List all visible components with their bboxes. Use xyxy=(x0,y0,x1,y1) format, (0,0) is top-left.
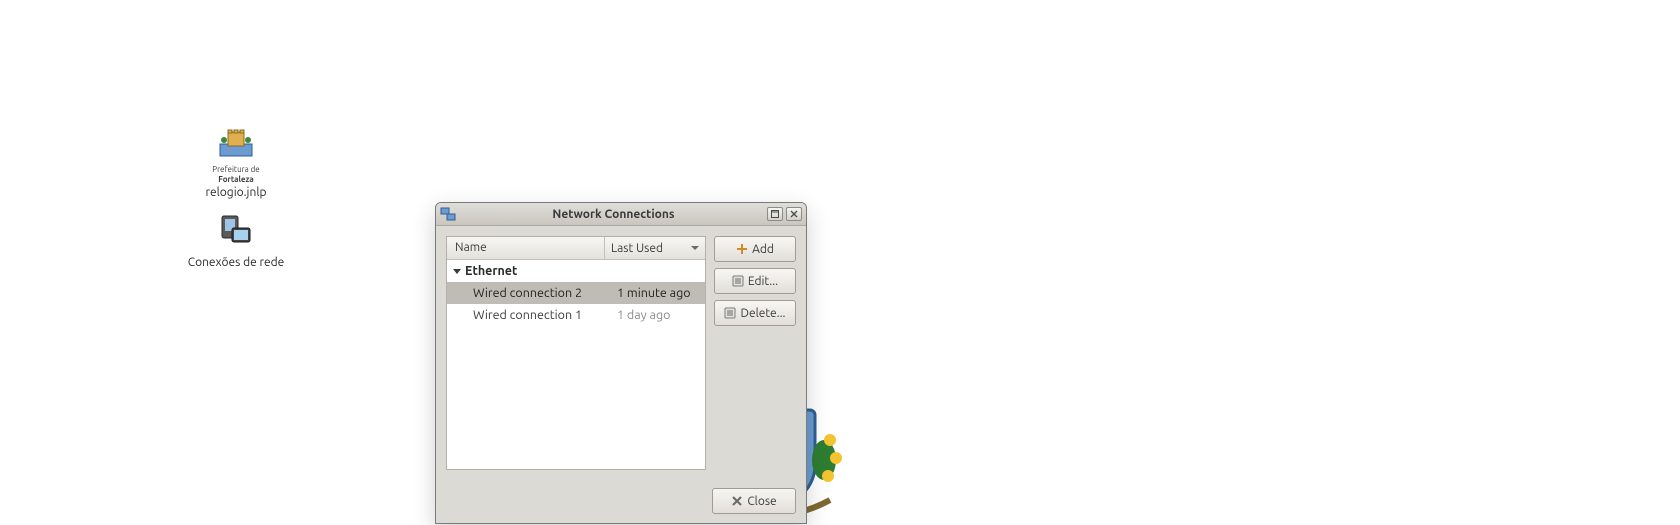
titlebar[interactable]: Network Connections xyxy=(436,203,806,226)
edit-button[interactable]: Edit... xyxy=(714,268,796,294)
icon-subtitle-line1: Prefeitura de xyxy=(176,166,296,174)
properties-icon xyxy=(724,307,736,319)
properties-icon xyxy=(732,275,744,287)
icon-subtitle-line2: Fortaleza xyxy=(176,176,296,184)
delete-button[interactable]: Delete... xyxy=(714,300,796,326)
sort-indicator-icon xyxy=(691,246,699,250)
icon-label: Conexões de rede xyxy=(176,256,296,269)
disclosure-triangle-icon xyxy=(453,269,461,274)
close-dialog-button[interactable]: Close xyxy=(712,488,796,514)
app-icon xyxy=(440,206,456,222)
connection-name: Wired connection 2 xyxy=(447,286,611,300)
close-button[interactable] xyxy=(786,207,802,221)
fortaleza-crest-icon xyxy=(214,120,258,164)
plus-icon xyxy=(736,243,748,255)
desktop-icon-network-connections[interactable]: Conexões de rede xyxy=(176,210,296,269)
connection-last-used: 1 minute ago xyxy=(611,286,705,300)
column-header-name[interactable]: Name xyxy=(447,237,605,259)
group-ethernet[interactable]: Ethernet xyxy=(447,260,705,282)
close-icon xyxy=(731,495,743,507)
connection-row[interactable]: Wired connection 1 1 day ago xyxy=(447,304,705,326)
icon-label: relogio.jnlp xyxy=(176,186,296,199)
network-connections-icon xyxy=(214,210,258,254)
column-header-last-used[interactable]: Last Used xyxy=(605,237,705,259)
add-button[interactable]: Add xyxy=(714,236,796,262)
window-title: Network Connections xyxy=(460,208,767,221)
connection-row[interactable]: Wired connection 2 1 minute ago xyxy=(447,282,705,304)
connections-list[interactable]: Name Last Used Ethernet Wired connection… xyxy=(446,236,706,470)
connection-name: Wired connection 1 xyxy=(447,308,611,322)
connection-last-used: 1 day ago xyxy=(611,308,705,322)
desktop-icon-relogio[interactable]: Prefeitura de Fortaleza relogio.jnlp xyxy=(176,120,296,199)
list-header: Name Last Used xyxy=(447,237,705,260)
maximize-button[interactable] xyxy=(767,207,783,221)
network-connections-window: Network Connections Name Last Used xyxy=(435,202,807,524)
